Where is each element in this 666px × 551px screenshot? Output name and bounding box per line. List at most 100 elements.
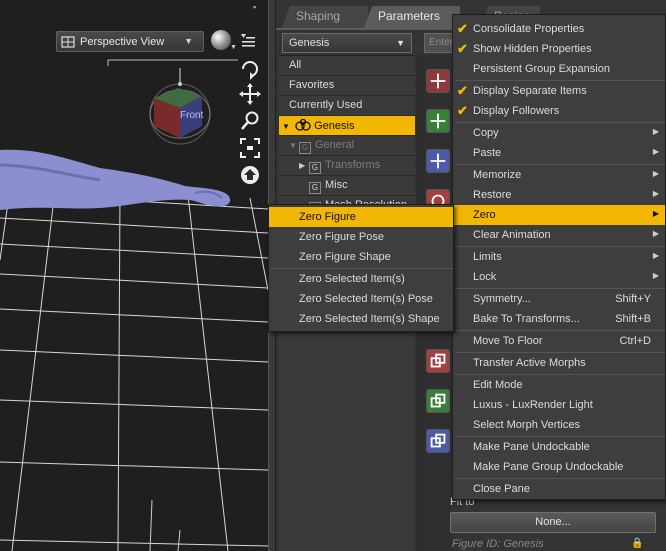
submenu-arrow-icon: ▶ bbox=[652, 251, 659, 260]
tree-item-label: General bbox=[315, 139, 355, 151]
menu-item-make-pane-group-undockable[interactable]: Make Pane Group Undockable bbox=[453, 457, 665, 477]
sphere-icon[interactable] bbox=[211, 30, 231, 50]
submenu-item-zero-figure[interactable]: Zero Figure bbox=[269, 207, 453, 227]
scale-icon[interactable] bbox=[426, 429, 450, 453]
menu-item-label: Consolidate Properties bbox=[473, 23, 585, 35]
menu-item-label: Zero Figure Pose bbox=[299, 231, 384, 243]
view-select-label: Perspective View bbox=[80, 35, 165, 48]
tree-item-currently-used[interactable]: Currently Used bbox=[279, 96, 415, 116]
menu-item-limits[interactable]: Limits ▶ bbox=[453, 247, 665, 267]
menu-item-label: Move To Floor bbox=[473, 335, 543, 347]
submenu-item-zero-figure-shape[interactable]: Zero Figure Shape bbox=[269, 247, 453, 267]
menu-item-persistent-group-expansion[interactable]: Persistent Group Expansion bbox=[453, 59, 665, 79]
menu-item-bake-to-transforms[interactable]: Bake To Transforms... Shift+B bbox=[453, 309, 665, 329]
submenu-item-zero-selected-items[interactable]: Zero Selected Item(s) bbox=[269, 269, 453, 289]
group-icon: G bbox=[309, 182, 321, 194]
menu-item-show-hidden-properties[interactable]: ✔ Show Hidden Properties bbox=[453, 39, 665, 59]
submenu-item-zero-figure-pose[interactable]: Zero Figure Pose bbox=[269, 227, 453, 247]
menu-item-label: Show Hidden Properties bbox=[473, 43, 592, 55]
viewport-menu-icon[interactable] bbox=[241, 34, 255, 48]
menu-item-make-pane-undockable[interactable]: Make Pane Undockable bbox=[453, 437, 665, 457]
view-select[interactable]: Perspective View ▼ bbox=[56, 31, 204, 52]
menu-item-display-separate-items[interactable]: ✔ Display Separate Items bbox=[453, 81, 665, 101]
menu-item-lock[interactable]: Lock ▶ bbox=[453, 267, 665, 287]
menu-item-transfer-active-morphs[interactable]: Transfer Active Morphs bbox=[453, 353, 665, 373]
translate-icon[interactable] bbox=[426, 109, 450, 133]
menu-item-label: Make Pane Undockable bbox=[473, 441, 590, 453]
expand-arrow-icon[interactable]: ▼ bbox=[282, 122, 292, 131]
submenu-arrow-icon: ▶ bbox=[652, 209, 659, 218]
pan-icon[interactable] bbox=[239, 83, 261, 105]
menu-item-select-morph-vertices[interactable]: Select Morph Vertices bbox=[453, 415, 665, 435]
viewport[interactable]: Front Perspective View ▼ ▼ bbox=[0, 0, 268, 551]
view-cube[interactable]: Front bbox=[140, 68, 212, 150]
tree-item-label: Transforms bbox=[325, 159, 381, 171]
tree-item-label: All bbox=[289, 59, 302, 71]
figure-arm bbox=[0, 149, 231, 210]
menu-item-label: Zero Figure bbox=[299, 211, 356, 223]
menu-item-move-to-floor[interactable]: Move To Floor Ctrl+D bbox=[453, 331, 665, 351]
menu-shortcut: Ctrl+D bbox=[619, 335, 651, 347]
menu-item-label: Transfer Active Morphs bbox=[473, 357, 586, 369]
menu-item-symmetry[interactable]: Symmetry... Shift+Y bbox=[453, 289, 665, 309]
tree-item-label: Currently Used bbox=[289, 99, 363, 111]
chevron-down-icon: ▼ bbox=[396, 38, 405, 48]
tree-item-all[interactable]: All bbox=[279, 56, 415, 76]
translate-icon[interactable] bbox=[426, 69, 450, 93]
menu-item-close-pane[interactable]: Close Pane bbox=[453, 479, 665, 499]
menu-item-copy[interactable]: Copy ▶ bbox=[453, 123, 665, 143]
tree-item-transforms[interactable]: ▶ G Transforms bbox=[279, 156, 415, 176]
menu-shortcut: Shift+Y bbox=[615, 293, 651, 305]
node-select[interactable]: Genesis ▼ bbox=[282, 33, 412, 53]
submenu-item-zero-selected-items-shape[interactable]: Zero Selected Item(s) Shape bbox=[269, 309, 453, 329]
scale-icon[interactable] bbox=[426, 349, 450, 373]
submenu-arrow-icon: ▶ bbox=[652, 127, 659, 136]
tree-item-favorites[interactable]: Favorites bbox=[279, 76, 415, 96]
view-cube-label: Front bbox=[180, 110, 204, 121]
menu-item-edit-mode[interactable]: Edit Mode bbox=[453, 375, 665, 395]
tree-item-misc[interactable]: G Misc bbox=[279, 176, 415, 196]
menu-item-label: Edit Mode bbox=[473, 379, 523, 391]
menu-item-paste[interactable]: Paste ▶ bbox=[453, 143, 665, 163]
menu-item-display-followers[interactable]: ✔ Display Followers bbox=[453, 101, 665, 121]
figure-icon bbox=[295, 118, 311, 131]
submenu-item-zero-selected-items-pose[interactable]: Zero Selected Item(s) Pose bbox=[269, 289, 453, 309]
checkmark-icon: ✔ bbox=[457, 41, 468, 56]
menu-item-luxus-luxrender-light[interactable]: Luxus - LuxRender Light bbox=[453, 395, 665, 415]
menu-item-restore[interactable]: Restore ▶ bbox=[453, 185, 665, 205]
menu-item-label: Symmetry... bbox=[473, 293, 531, 305]
expand-arrow-icon[interactable]: ▶ bbox=[299, 161, 309, 170]
checkmark-icon: ✔ bbox=[457, 103, 468, 118]
tab-parameters[interactable]: Parameters bbox=[364, 6, 460, 28]
menu-item-label: Select Morph Vertices bbox=[473, 419, 580, 431]
menu-item-label: Zero Selected Item(s) Pose bbox=[299, 293, 433, 305]
menu-item-label: Limits bbox=[473, 251, 502, 263]
fit-to-button[interactable]: None... bbox=[450, 512, 656, 533]
checkmark-icon: ✔ bbox=[457, 21, 468, 36]
menu-item-label: Persistent Group Expansion bbox=[473, 63, 610, 75]
scale-icon[interactable] bbox=[426, 389, 450, 413]
menu-item-label: Display Separate Items bbox=[473, 85, 587, 97]
frame-icon[interactable] bbox=[239, 137, 261, 159]
home-icon[interactable] bbox=[239, 164, 261, 186]
context-menu: ✔ Consolidate Properties ✔ Show Hidden Pro… bbox=[452, 14, 666, 500]
zoom-icon[interactable] bbox=[239, 110, 261, 132]
menu-item-label: Clear Animation bbox=[473, 229, 551, 241]
expand-arrow-icon[interactable]: ▼ bbox=[289, 141, 299, 150]
checkmark-icon: ✔ bbox=[457, 83, 468, 98]
tab-shaping[interactable]: Shaping bbox=[282, 6, 368, 28]
submenu-arrow-icon: ▶ bbox=[652, 271, 659, 280]
submenu-arrow-icon: ▶ bbox=[652, 189, 659, 198]
orbit-icon[interactable] bbox=[239, 58, 261, 80]
translate-icon[interactable] bbox=[426, 149, 450, 173]
menu-item-memorize[interactable]: Memorize ▶ bbox=[453, 165, 665, 185]
menu-item-consolidate-properties[interactable]: ✔ Consolidate Properties bbox=[453, 19, 665, 39]
tree-item-general[interactable]: ▼ G General bbox=[279, 136, 415, 156]
menu-item-clear-animation[interactable]: Clear Animation ▶ bbox=[453, 225, 665, 245]
menu-item-zero[interactable]: Zero ▶ bbox=[453, 205, 665, 225]
menu-item-label: Bake To Transforms... bbox=[473, 313, 580, 325]
chevron-down-icon: ▼ bbox=[184, 36, 193, 46]
tree-item-genesis[interactable]: ▼ Genesis bbox=[279, 116, 415, 136]
menu-item-label: Copy bbox=[473, 127, 499, 139]
lock-icon[interactable]: 🔒 bbox=[631, 538, 643, 549]
